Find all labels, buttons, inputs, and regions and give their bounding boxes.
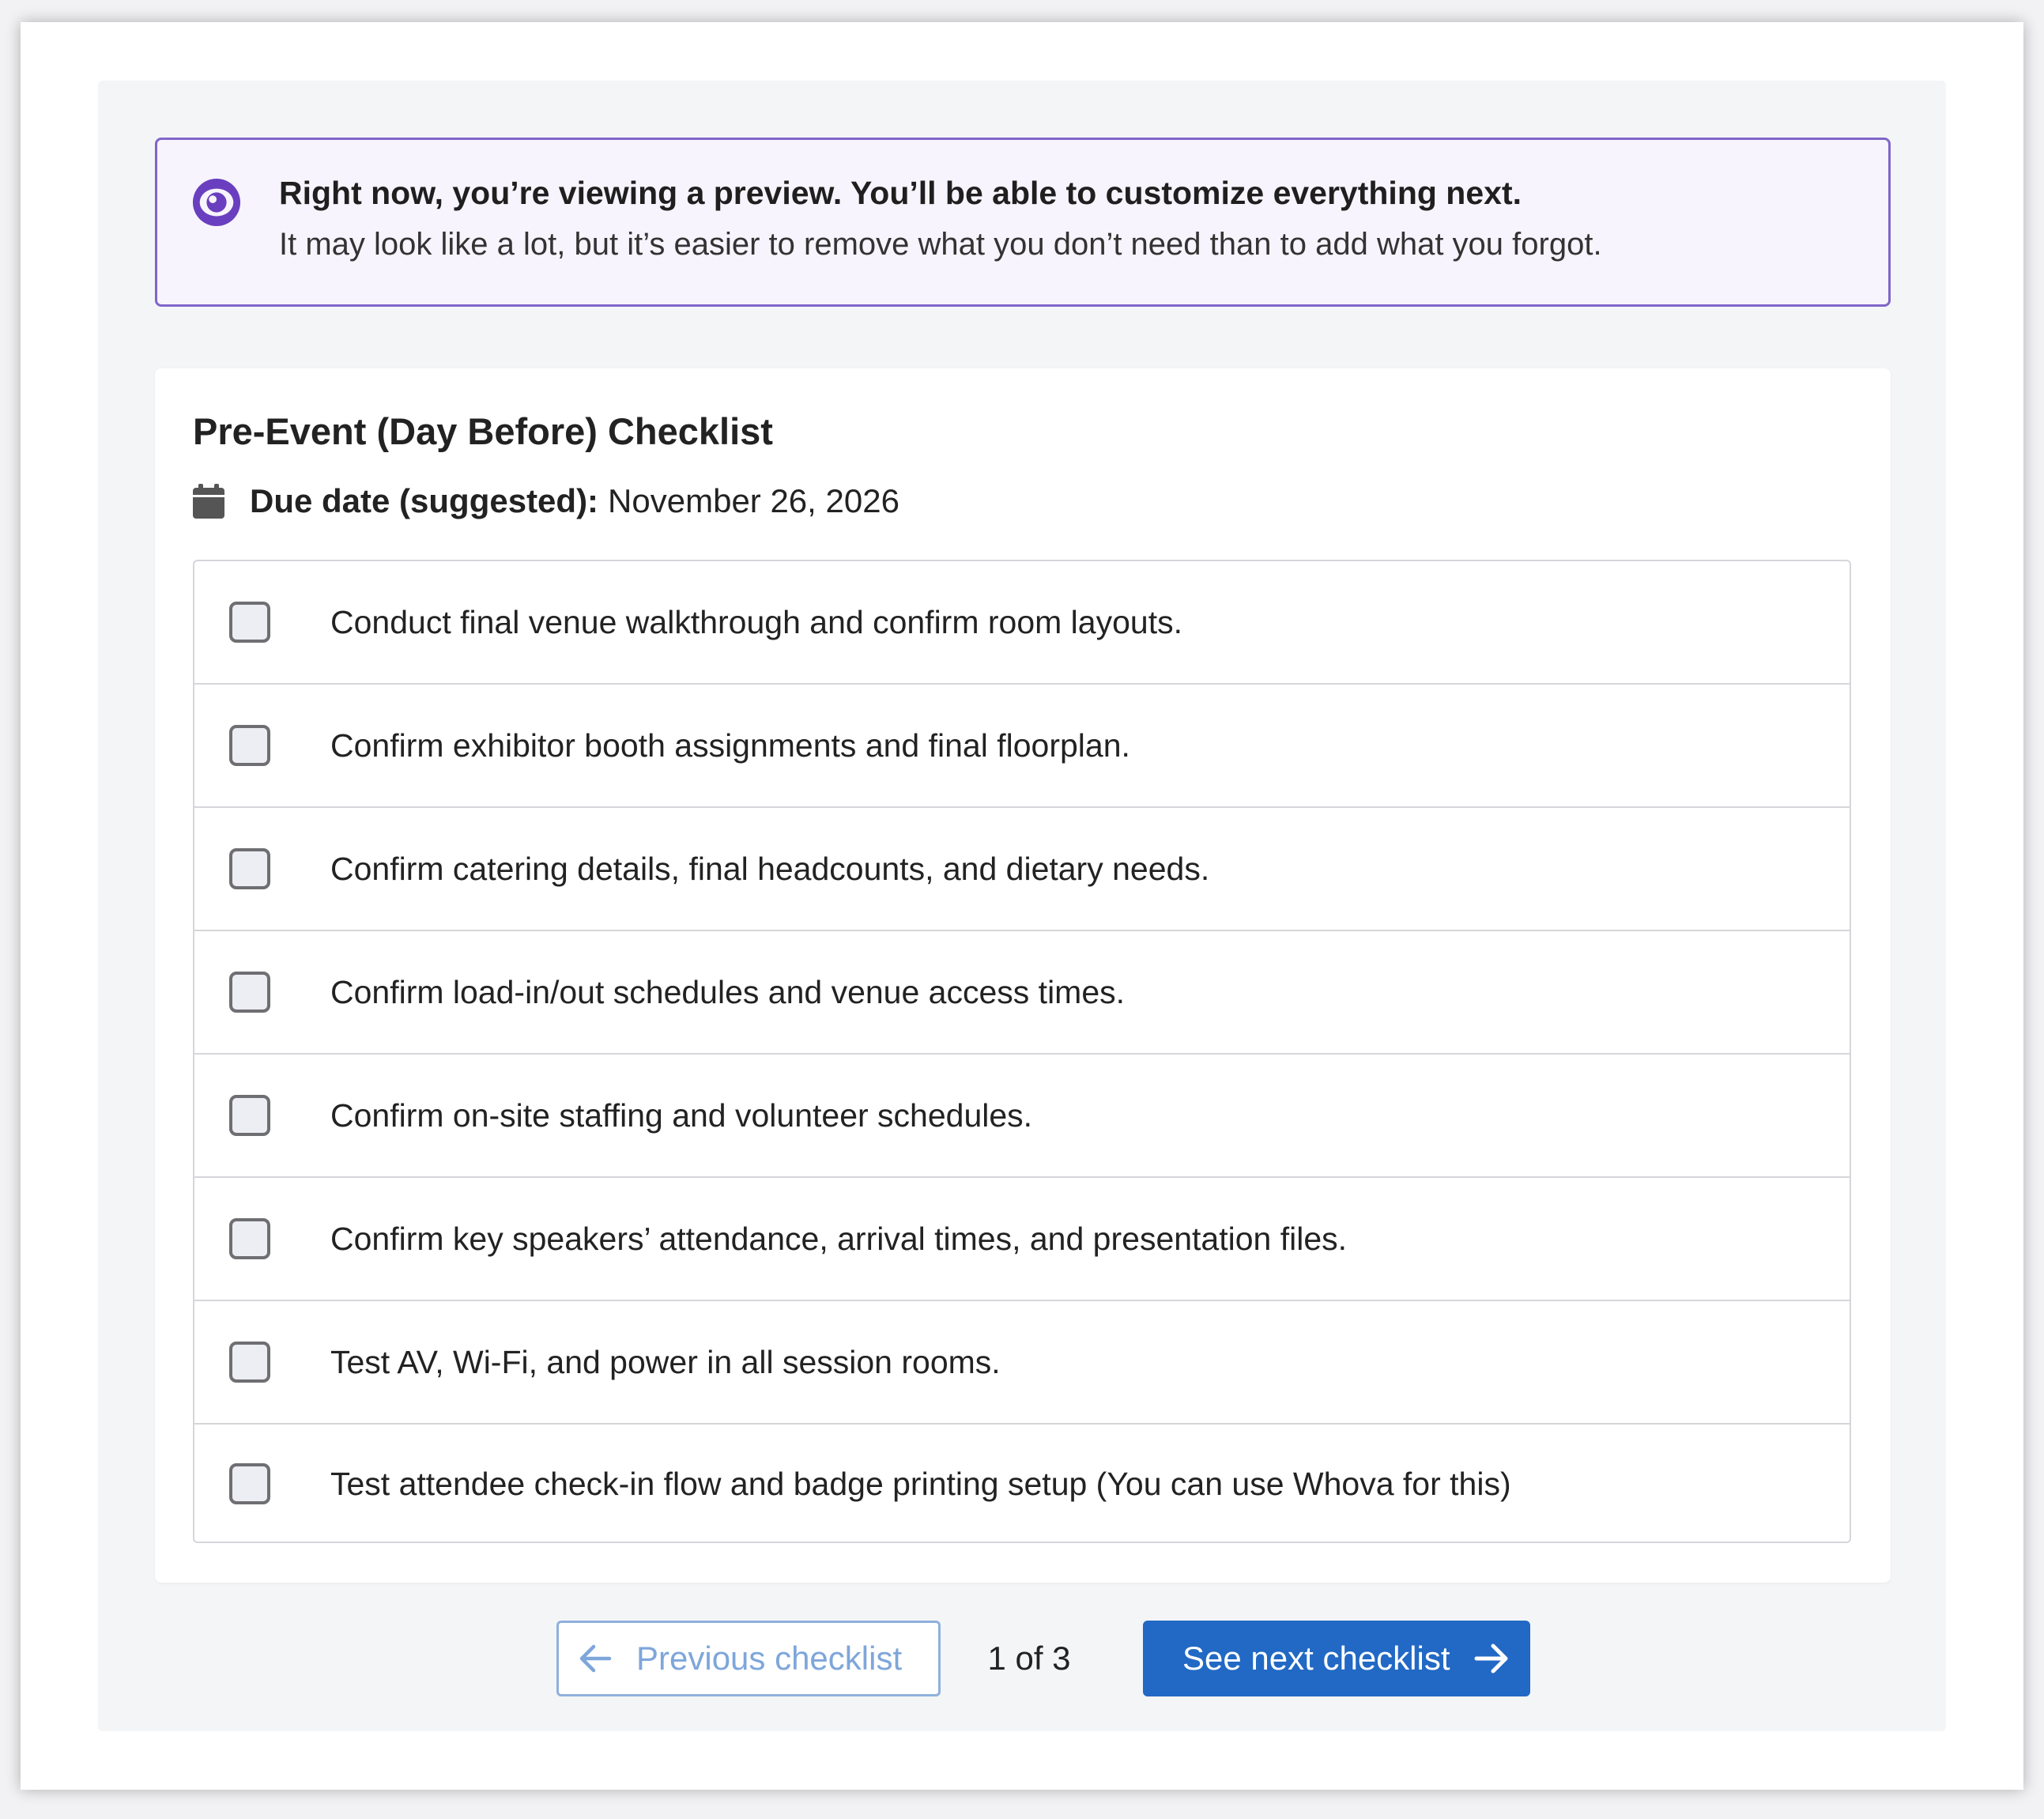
item-text: Confirm catering details, final headcoun… xyxy=(330,850,1210,887)
arrow-right-icon xyxy=(1474,1644,1508,1674)
next-checklist-label: See next checklist xyxy=(1182,1640,1450,1677)
preview-notice: Right now, you’re viewing a preview. You… xyxy=(155,138,1891,307)
dialog-window: Right now, you’re viewing a preview. You… xyxy=(21,22,2023,1790)
notice-title: Right now, you’re viewing a preview. You… xyxy=(279,175,1522,211)
list-item[interactable]: Confirm catering details, final headcoun… xyxy=(194,808,1850,931)
list-item[interactable]: Confirm load-in/out schedules and venue … xyxy=(194,931,1850,1055)
item-text: Confirm key speakers’ attendance, arriva… xyxy=(330,1220,1348,1257)
due-date: Due date (suggested): November 26, 2026 xyxy=(193,477,899,525)
item-checkbox[interactable] xyxy=(229,848,270,889)
calendar-icon xyxy=(193,484,224,519)
list-item[interactable]: Test AV, Wi-Fi, and power in all session… xyxy=(194,1301,1850,1425)
content-panel: Right now, you’re viewing a preview. You… xyxy=(98,81,1946,1731)
list-item[interactable]: Confirm key speakers’ attendance, arriva… xyxy=(194,1178,1850,1301)
item-checkbox[interactable] xyxy=(229,1463,270,1504)
previous-checklist-label: Previous checklist xyxy=(636,1640,903,1677)
item-checkbox[interactable] xyxy=(229,1218,270,1259)
notice-body: It may look like a lot, but it’s easier … xyxy=(279,227,1602,262)
item-checkbox[interactable] xyxy=(229,972,270,1013)
item-text: Conduct final venue walkthrough and conf… xyxy=(330,603,1182,640)
item-checkbox[interactable] xyxy=(229,725,270,766)
eye-icon xyxy=(192,178,241,227)
list-item[interactable]: Test attendee check-in flow and badge pr… xyxy=(194,1425,1850,1543)
item-checkbox[interactable] xyxy=(229,1095,270,1136)
item-text: Confirm load-in/out schedules and venue … xyxy=(330,973,1126,1010)
item-checkbox[interactable] xyxy=(229,1342,270,1383)
item-text: Test AV, Wi-Fi, and power in all session… xyxy=(330,1343,1001,1380)
pagination: Previous checklist 1 of 3 See next check… xyxy=(98,1621,1946,1696)
list-item[interactable]: Conduct final venue walkthrough and conf… xyxy=(194,561,1850,685)
arrow-left-icon xyxy=(579,1644,612,1673)
due-date-label: Due date (suggested): xyxy=(250,482,599,519)
checklist-title: Pre-Event (Day Before) Checklist xyxy=(193,410,773,452)
item-checkbox[interactable] xyxy=(229,602,270,643)
checklist-card: Pre-Event (Day Before) Checklist Due dat… xyxy=(155,368,1891,1583)
item-text: Confirm on-site staffing and volunteer s… xyxy=(330,1096,1033,1134)
page-indicator: 1 of 3 xyxy=(987,1640,1071,1677)
list-item[interactable]: Confirm exhibitor booth assignments and … xyxy=(194,685,1850,808)
item-text: Test attendee check-in flow and badge pr… xyxy=(330,1465,1511,1502)
previous-checklist-button[interactable]: Previous checklist xyxy=(556,1621,941,1696)
list-item[interactable]: Confirm on-site staffing and volunteer s… xyxy=(194,1055,1850,1178)
next-checklist-button[interactable]: See next checklist xyxy=(1143,1621,1530,1696)
checklist-items: Conduct final venue walkthrough and conf… xyxy=(193,560,1851,1543)
item-text: Confirm exhibitor booth assignments and … xyxy=(330,726,1130,764)
due-date-value: November 26, 2026 xyxy=(608,482,899,519)
